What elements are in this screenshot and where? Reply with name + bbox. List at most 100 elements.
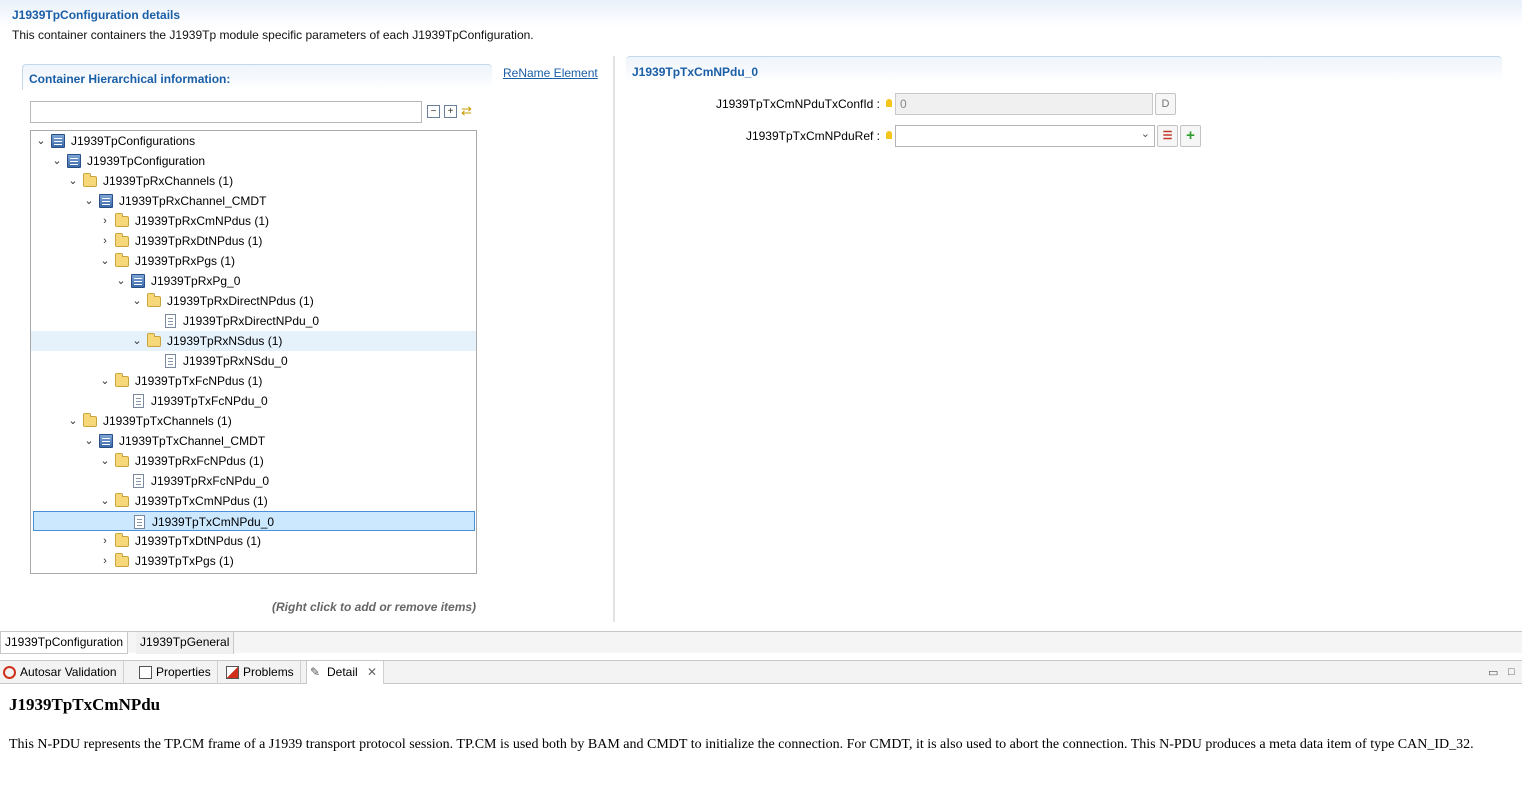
chevron-down-icon[interactable]: ⌄ <box>99 451 111 471</box>
pencil-icon: ✎ <box>310 665 321 679</box>
element-section-header: J1939TpTxCmNPdu_0 <box>626 56 1502 82</box>
tab-j1939tpgeneral[interactable]: J1939TpGeneral <box>136 632 235 654</box>
tree-item[interactable]: ⌄ J1939TpRxPg_0 <box>31 271 476 291</box>
chevron-down-icon[interactable]: ⌄ <box>35 131 47 151</box>
tree-item-label: J1939TpConfigurations <box>71 134 196 148</box>
chevron-right-icon[interactable]: › <box>99 231 111 251</box>
folder-icon <box>115 453 129 467</box>
tab-label: Autosar Validation <box>20 665 117 679</box>
panel-splitter[interactable] <box>613 56 615 622</box>
folder-icon <box>115 553 129 567</box>
folder-icon <box>83 173 97 187</box>
tree-item[interactable]: ⌄ J1939TpTxChannels (1) <box>31 411 476 431</box>
chevron-right-icon[interactable]: › <box>99 531 111 551</box>
tree-item[interactable]: ⌄ J1939TpRxFcNPdus (1) <box>31 451 476 471</box>
tab-detail[interactable]: ✎ Detail ✕ <box>306 661 385 684</box>
npdu-ref-select[interactable]: ⌄ <box>895 125 1155 147</box>
tree-item[interactable]: ⌄ J1939TpTxChannel_CMDT <box>31 431 476 451</box>
chevron-down-icon[interactable]: ⌄ <box>51 151 63 171</box>
tree-item-label: J1939TpTxPgs (1) <box>135 554 234 568</box>
expand-all-icon[interactable]: + <box>444 105 457 118</box>
default-value-button[interactable]: D <box>1155 93 1176 115</box>
tree-item-label: J1939TpRxCmNPdus (1) <box>135 214 270 228</box>
tree-item[interactable]: ⌄ J1939TpRxDirectNPdus (1) <box>31 291 476 311</box>
tree-item[interactable]: ⌄ J1939TpConfigurations <box>31 131 476 151</box>
properties-icon <box>139 666 152 679</box>
tree-item-label: J1939TpRxPg_0 <box>151 274 241 288</box>
chevron-down-icon[interactable]: ⌄ <box>83 191 95 211</box>
folder-icon <box>115 233 129 247</box>
tree-item[interactable]: ⌄ J1939TpRxChannels (1) <box>31 171 476 191</box>
tree-item-label: J1939TpConfiguration <box>87 154 206 168</box>
folder-icon <box>147 333 161 347</box>
lightbulb-icon <box>886 99 892 107</box>
validation-icon <box>3 666 16 679</box>
document-icon <box>133 474 144 488</box>
detail-description: This N-PDU represents the TP.CM frame of… <box>9 737 1474 752</box>
tab-properties[interactable]: Properties <box>136 661 218 684</box>
folder-icon <box>115 533 129 547</box>
link-with-editor-icon[interactable]: ⇄ <box>461 104 475 118</box>
close-icon[interactable]: ✕ <box>367 665 377 679</box>
tree-item-label: J1939TpRxFcNPdu_0 <box>151 474 270 488</box>
folder-icon <box>115 493 129 507</box>
document-icon <box>134 515 145 529</box>
tab-j1939tpconfiguration[interactable]: J1939TpConfiguration <box>0 632 129 654</box>
tree-item[interactable]: › J1939TpTxDtNPdus (1) <box>31 531 476 551</box>
tree-item-label: J1939TpTxChannel_CMDT <box>119 434 266 448</box>
tree-item[interactable]: ⌄ J1939TpRxPgs (1) <box>31 251 476 271</box>
chevron-down-icon[interactable]: ⌄ <box>131 291 143 311</box>
tree-item-label: J1939TpTxCmNPdu_0 <box>152 515 275 529</box>
tree-item[interactable]: ⌄ J1939TpRxNSdus (1) <box>31 331 476 351</box>
tree-item-selected[interactable]: J1939TpTxCmNPdu_0 <box>33 511 475 531</box>
rename-element-link[interactable]: ReName Element <box>503 66 598 80</box>
tree-item[interactable]: J1939TpRxDirectNPdu_0 <box>31 311 476 331</box>
tree-hint: (Right click to add or remove items) <box>272 600 477 614</box>
tab-autosar-validation[interactable]: Autosar Validation <box>0 661 124 684</box>
document-icon <box>165 314 176 328</box>
tree-item[interactable]: › J1939TpTxPgs (1) <box>31 551 476 571</box>
folder-icon <box>115 373 129 387</box>
config-icon <box>99 434 113 448</box>
chevron-down-icon[interactable]: ⌄ <box>67 411 79 431</box>
tree-item[interactable]: › J1939TpRxDtNPdus (1) <box>31 231 476 251</box>
page-description: This container containers the J1939Tp mo… <box>12 28 534 42</box>
lightbulb-icon <box>886 131 892 139</box>
chevron-right-icon[interactable]: › <box>99 551 111 571</box>
list-icon[interactable]: ☰ <box>1157 125 1178 147</box>
tree-item[interactable]: ⌄ J1939TpRxChannel_CMDT <box>31 191 476 211</box>
chevron-down-icon[interactable]: ⌄ <box>99 371 111 391</box>
tree-item[interactable]: J1939TpRxNSdu_0 <box>31 351 476 371</box>
config-icon <box>67 154 81 168</box>
detail-title: J1939TpTxCmNPdu <box>9 695 161 714</box>
chevron-down-icon[interactable]: ⌄ <box>83 431 95 451</box>
tab-label: Properties <box>156 665 211 679</box>
config-icon <box>99 194 113 208</box>
problems-icon <box>226 666 239 679</box>
tree-item[interactable]: ⌄ J1939TpConfiguration <box>31 151 476 171</box>
tab-problems[interactable]: Problems <box>223 661 301 684</box>
tree-item[interactable]: J1939TpRxFcNPdu_0 <box>31 471 476 491</box>
document-icon <box>133 394 144 408</box>
tree-item[interactable]: J1939TpTxFcNPdu_0 <box>31 391 476 411</box>
add-icon[interactable]: + <box>1180 125 1201 147</box>
maximize-icon[interactable]: □ <box>1508 666 1515 678</box>
chevron-down-icon[interactable]: ⌄ <box>115 271 127 291</box>
tree-item-label: J1939TpRxDirectNPdus (1) <box>167 294 314 308</box>
chevron-down-icon[interactable]: ⌄ <box>131 331 143 351</box>
tree-item[interactable]: ⌄ J1939TpTxFcNPdus (1) <box>31 371 476 391</box>
tree-item-label: J1939TpTxFcNPdu_0 <box>151 394 268 408</box>
tree-filter-input[interactable] <box>30 101 422 123</box>
tree-item[interactable]: ⌄ J1939TpTxCmNPdus (1) <box>31 491 476 511</box>
collapse-all-icon[interactable]: − <box>427 105 440 118</box>
minimize-icon[interactable]: ▭ <box>1488 666 1498 679</box>
hierarchy-tree[interactable]: ⌄ J1939TpConfigurations ⌄ J1939TpConfigu… <box>30 130 477 574</box>
tx-conf-id-field[interactable]: 0 <box>895 93 1153 115</box>
view-tab-bar: Autosar Validation Properties Problems ✎… <box>0 660 1522 684</box>
chevron-right-icon[interactable]: › <box>99 211 111 231</box>
chevron-down-icon[interactable]: ⌄ <box>99 491 111 511</box>
tree-item-label: J1939TpTxCmNPdus (1) <box>135 494 268 508</box>
chevron-down-icon[interactable]: ⌄ <box>99 251 111 271</box>
chevron-down-icon[interactable]: ⌄ <box>67 171 79 191</box>
tree-item[interactable]: › J1939TpRxCmNPdus (1) <box>31 211 476 231</box>
